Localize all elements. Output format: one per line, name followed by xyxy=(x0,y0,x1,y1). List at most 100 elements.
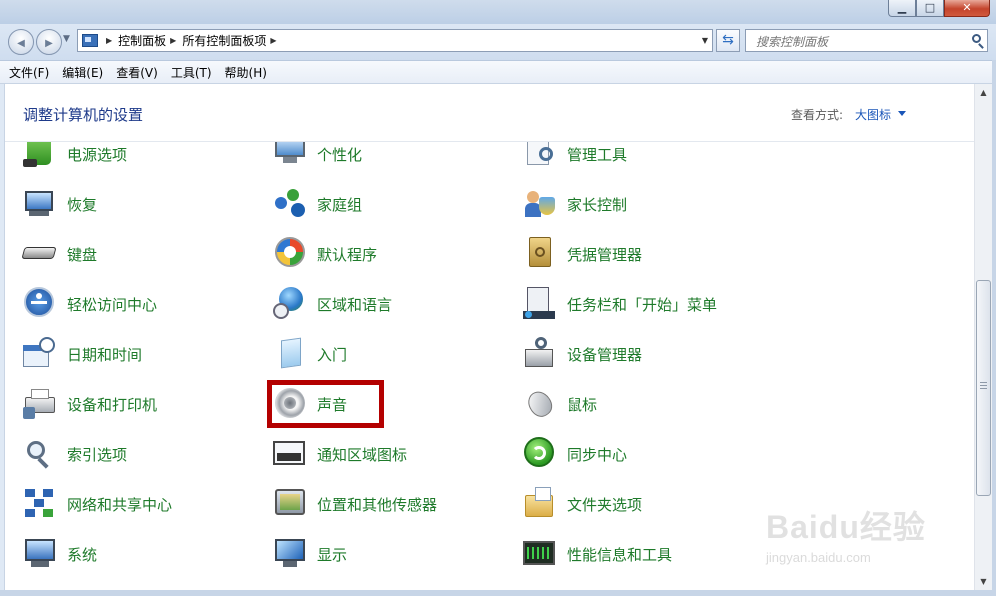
watermark-sub: jingyan.baidu.com xyxy=(766,550,871,565)
refresh-icon: ⇆ xyxy=(722,32,734,48)
control-panel-item[interactable]: 个性化 xyxy=(273,142,362,176)
control-panel-item[interactable]: 网络和共享中心 xyxy=(23,482,172,526)
taskbar-start-menu-icon xyxy=(523,287,557,321)
menu-bar: 文件(F) 编辑(E) 查看(V) 工具(T) 帮助(H) xyxy=(0,60,996,84)
control-panel-item-label: 区域和语言 xyxy=(317,295,393,314)
watermark-text: Baidu经验 xyxy=(766,509,926,545)
control-panel-item-label: 管理工具 xyxy=(567,145,628,164)
breadcrumb-separator[interactable]: ▶ xyxy=(170,36,176,45)
control-panel-item[interactable]: 通知区域图标 xyxy=(273,432,407,476)
control-panel-item-label: 性能信息和工具 xyxy=(567,545,673,564)
scroll-down-button[interactable]: ▼ xyxy=(975,573,992,590)
chevron-down-icon[interactable] xyxy=(898,111,906,116)
icon-shape xyxy=(527,191,539,203)
breadcrumb-all-items[interactable]: 所有控制面板项 xyxy=(182,32,266,49)
control-panel-item[interactable]: 鼠标 xyxy=(523,382,597,426)
back-arrow-icon: ◀ xyxy=(17,38,25,49)
control-panel-item[interactable]: 轻松访问中心 xyxy=(23,282,157,326)
breadcrumb-separator[interactable]: ▶ xyxy=(106,36,112,45)
icon-shape xyxy=(43,489,53,497)
menu-help[interactable]: 帮助(H) xyxy=(225,64,267,81)
control-panel-item[interactable]: 设备管理器 xyxy=(523,332,642,376)
icon-shape xyxy=(525,311,532,318)
control-panel-item[interactable]: 文件夹选项 xyxy=(523,482,642,526)
page-title: 调整计算机的设置 xyxy=(23,106,144,124)
icon-shape xyxy=(43,509,53,517)
search-icon[interactable] xyxy=(972,34,981,43)
device-manager-icon xyxy=(523,337,557,371)
control-panel-item[interactable]: 管理工具 xyxy=(523,142,627,176)
icon-shape xyxy=(527,547,551,559)
control-panel-item[interactable]: 系统 xyxy=(23,532,97,576)
window-caption-buttons: ▁ □ ✕ xyxy=(888,0,990,18)
forward-button[interactable]: ▶ xyxy=(36,29,62,55)
icon-shape xyxy=(23,159,37,167)
vertical-scrollbar[interactable]: ▲ ▼ xyxy=(974,84,992,590)
icon-shape xyxy=(539,147,553,161)
control-panel-item[interactable]: 默认程序 xyxy=(273,232,377,276)
maximize-button[interactable]: □ xyxy=(916,0,944,17)
back-button[interactable]: ◀ xyxy=(8,29,34,55)
control-panel-item-label: 通知区域图标 xyxy=(317,445,408,464)
control-panel-item[interactable]: 显示 xyxy=(273,532,347,576)
control-panel-item[interactable]: 恢复 xyxy=(23,182,97,226)
icon-shape xyxy=(27,441,45,459)
control-panel-item[interactable]: 电源选项 xyxy=(23,142,127,176)
icon-shape xyxy=(535,337,547,349)
view-by-label: 查看方式: xyxy=(791,108,844,122)
icon-shape xyxy=(39,337,55,353)
control-panel-item[interactable]: 设备和打印机 xyxy=(23,382,157,426)
control-panel-item-label: 键盘 xyxy=(67,245,98,264)
scroll-up-button[interactable]: ▲ xyxy=(975,84,992,101)
icon-shape xyxy=(25,191,53,211)
icon-shape xyxy=(275,539,305,561)
control-panel-icon xyxy=(82,34,98,47)
window-border xyxy=(992,60,996,596)
address-dropdown[interactable]: ▼ xyxy=(698,30,712,51)
control-panel-item-label: 同步中心 xyxy=(567,445,628,464)
personalization-icon xyxy=(273,142,307,171)
icon-shape xyxy=(31,301,47,304)
control-panel-item[interactable]: 家庭组 xyxy=(273,182,362,226)
control-panel-item[interactable]: 入门 xyxy=(273,332,347,376)
icon-shape xyxy=(23,407,35,419)
breadcrumb-separator[interactable]: ▶ xyxy=(270,36,276,45)
control-panel-item-label: 设备和打印机 xyxy=(67,395,158,414)
notification-area-icon xyxy=(273,437,307,471)
control-panel-item[interactable]: 家长控制 xyxy=(523,182,627,226)
control-panel-item-label: 入门 xyxy=(317,345,348,364)
view-by-dropdown[interactable]: 大图标 xyxy=(855,106,891,123)
scroll-thumb[interactable] xyxy=(976,280,991,496)
close-button[interactable]: ✕ xyxy=(944,0,990,17)
breadcrumb-control-panel[interactable]: 控制面板 xyxy=(118,32,166,49)
navigation-bar: ◀ ▶ ▼ ▶ 控制面板 ▶ 所有控制面板项 ▶ ▼ ⇆ xyxy=(0,24,996,60)
region-language-icon xyxy=(273,287,307,321)
control-panel-item-label: 家庭组 xyxy=(317,195,363,214)
recent-pages-dropdown[interactable]: ▼ xyxy=(63,34,70,44)
control-panel-item[interactable]: 任务栏和「开始」菜单 xyxy=(523,282,717,326)
date-time-icon xyxy=(23,337,57,371)
window-border xyxy=(0,590,996,596)
forward-arrow-icon: ▶ xyxy=(45,38,53,49)
search-input[interactable] xyxy=(754,33,958,50)
icon-shape xyxy=(31,389,49,399)
menu-view[interactable]: 查看(V) xyxy=(116,64,158,81)
control-panel-item[interactable]: 日期和时间 xyxy=(23,332,142,376)
address-bar[interactable]: ▶ 控制面板 ▶ 所有控制面板项 ▶ ▼ xyxy=(77,29,713,52)
highlight-box xyxy=(267,380,384,428)
control-panel-item[interactable]: 索引选项 xyxy=(23,432,127,476)
location-sensors-icon xyxy=(273,487,307,521)
control-panel-item[interactable]: 位置和其他传感器 xyxy=(273,482,437,526)
search-box[interactable] xyxy=(745,29,988,52)
control-panel-item[interactable]: 凭据管理器 xyxy=(523,232,642,276)
control-panel-item[interactable]: 同步中心 xyxy=(523,432,627,476)
minimize-button[interactable]: ▁ xyxy=(888,0,916,17)
menu-file[interactable]: 文件(F) xyxy=(9,64,49,81)
control-panel-item[interactable]: 键盘 xyxy=(21,232,98,276)
control-panel-item[interactable]: 区域和语言 xyxy=(273,282,392,326)
control-panel-item[interactable]: 性能信息和工具 xyxy=(523,532,672,576)
menu-edit[interactable]: 编辑(E) xyxy=(62,64,103,81)
refresh-button[interactable]: ⇆ xyxy=(716,29,740,52)
system-icon xyxy=(23,537,57,571)
menu-tools[interactable]: 工具(T) xyxy=(171,64,212,81)
